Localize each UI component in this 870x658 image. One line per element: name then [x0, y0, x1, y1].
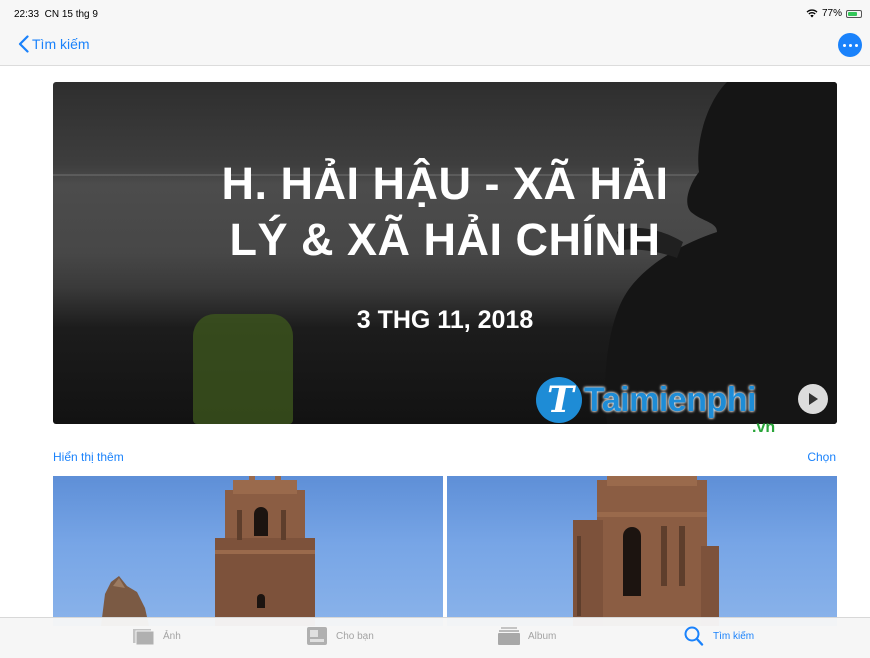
status-date: CN 15 thg 9: [44, 9, 98, 20]
wifi-icon: [806, 9, 818, 18]
church-tower-photo: [101, 476, 315, 626]
ellipsis-icon: [842, 43, 846, 47]
tab-photos-label: Ảnh: [163, 630, 181, 642]
memory-title-line2: LÝ & XÃ HẢI CHÍNH: [229, 214, 661, 265]
more-options-button[interactable]: [838, 33, 862, 57]
status-bar: 22:33 CN 15 thg 9 77%: [0, 0, 870, 26]
show-more-link[interactable]: Hiển thị thêm: [53, 450, 124, 464]
back-button[interactable]: Tìm kiếm: [18, 35, 90, 53]
photos-icon: [133, 629, 155, 646]
play-icon: [809, 393, 818, 405]
tab-search[interactable]: Tìm kiếm: [682, 626, 754, 646]
tab-albums-label: Album: [528, 630, 557, 642]
watermark-logo: T Taimienphi .vn: [536, 375, 801, 441]
select-button[interactable]: Chọn: [807, 450, 836, 464]
navigation-bar: Tìm kiếm: [0, 26, 870, 66]
battery-icon: [846, 9, 862, 18]
search-icon: [684, 626, 704, 646]
tab-albums[interactable]: Album: [497, 626, 556, 646]
album-icon: [498, 627, 520, 645]
tab-photos[interactable]: Ảnh: [132, 626, 181, 646]
for-you-icon: [307, 627, 327, 645]
back-label: Tìm kiếm: [32, 36, 90, 52]
tab-for-you[interactable]: Cho bạn: [305, 626, 374, 646]
battery-fill: [848, 11, 857, 16]
photo-thumbnail[interactable]: [53, 476, 443, 626]
memory-cover[interactable]: H. HẢI HẬU - XÃ HẢI LÝ & XÃ HẢI CHÍNH 3 …: [53, 82, 837, 424]
battery-percent: 77%: [821, 8, 842, 19]
chevron-left-icon: [18, 35, 29, 53]
memory-title: H. HẢI HẬU - XÃ HẢI LÝ & XÃ HẢI CHÍNH: [53, 156, 837, 268]
watermark-suffix: .vn: [752, 419, 776, 436]
photo-thumbnail[interactable]: [447, 476, 837, 626]
watermark-t-letter: T: [547, 379, 574, 421]
watermark-text: Taimienphi: [584, 381, 756, 419]
tab-for-you-label: Cho bạn: [336, 630, 374, 642]
status-right: 77%: [806, 8, 862, 19]
tab-bar: Ảnh Cho bạn Album Tìm kiếm: [0, 617, 870, 658]
memory-date: 3 THG 11, 2018: [356, 306, 534, 334]
memory-title-line1: H. HẢI HẬU - XÃ HẢI: [221, 158, 669, 209]
status-time: 22:33 CN 15 thg 9: [14, 9, 98, 20]
play-button[interactable]: [798, 384, 828, 414]
church-tower-photo: [573, 476, 719, 626]
tab-search-label: Tìm kiếm: [713, 630, 755, 642]
